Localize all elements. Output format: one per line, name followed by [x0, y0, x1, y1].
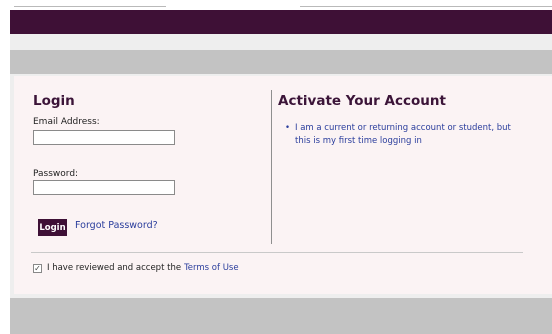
terms-row: ✓ I have reviewed and accept the Terms o… [33, 263, 239, 273]
login-panel: Login Email Address: Password: Login For… [14, 76, 552, 294]
forgot-password-link[interactable]: Forgot Password? [75, 220, 158, 231]
terms-of-use-link[interactable]: Terms of Use [184, 263, 239, 273]
bullet-icon: • [285, 123, 291, 133]
activate-first-time-link[interactable]: • I am a current or returning account or… [285, 122, 525, 148]
activate-list: • I am a current or returning account or… [285, 122, 525, 148]
top-rule-left [14, 6, 166, 7]
footer-band [10, 298, 552, 334]
column-divider [271, 90, 272, 244]
top-rule-right [300, 6, 552, 7]
terms-text: I have reviewed and accept the [47, 263, 182, 273]
login-title: Login [33, 93, 75, 109]
activate-title: Activate Your Account [278, 93, 446, 109]
nav-band [10, 50, 552, 74]
section-divider [31, 252, 523, 253]
header-banner [10, 10, 552, 34]
password-field[interactable] [33, 180, 175, 195]
activate-item-label: I am a current or returning account or s… [295, 123, 511, 146]
email-field[interactable] [33, 130, 175, 145]
checkbox-icon[interactable]: ✓ [33, 263, 42, 273]
email-label: Email Address: [33, 117, 100, 127]
login-button[interactable]: Login [38, 219, 67, 236]
password-label: Password: [33, 169, 79, 179]
